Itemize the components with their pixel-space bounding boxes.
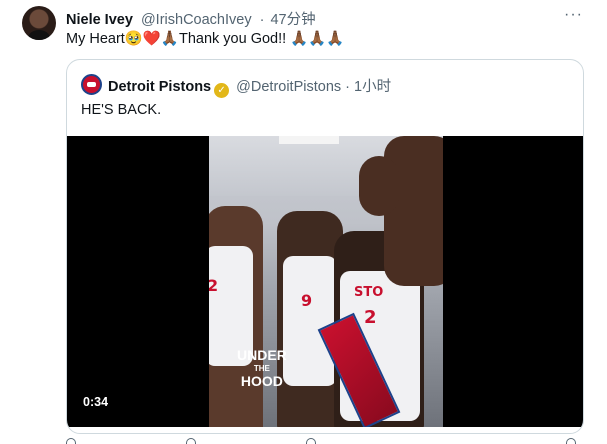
meta-separator: · (259, 12, 265, 28)
player-left: 2 (209, 206, 263, 427)
video-player[interactable]: 2 9 STO2 UNDER THE HOOD 0:34 (67, 136, 583, 427)
video-frame: 2 9 STO2 UNDER THE HOOD (209, 136, 443, 427)
quoted-text: HE'S BACK. (81, 102, 162, 118)
quoted-meta-separator: · (345, 79, 351, 95)
pistons-logo-avatar[interactable] (81, 74, 102, 95)
quoted-author-handle[interactable]: @DetroitPistons (236, 79, 341, 95)
quoted-header: Detroit Pistons ✓ @DetroitPistons · 1小时 (108, 75, 391, 98)
quoted-tweet[interactable]: Detroit Pistons ✓ @DetroitPistons · 1小时 H… (66, 59, 584, 434)
tweet-text: My Heart🥹❤️🙏🏾Thank you God!! 🙏🏾🙏🏾🙏🏾 (66, 31, 345, 47)
share-icon[interactable] (566, 438, 576, 444)
tweet-header: Niele Ivey @IrishCoachIvey · 47分钟 (66, 8, 316, 29)
tweet-actions (66, 438, 584, 444)
video-duration: 0:34 (83, 395, 109, 409)
ceiling-light (279, 136, 339, 144)
tweet-time[interactable]: 47分钟 (270, 12, 315, 28)
under-the-hood-watermark: UNDER THE HOOD (237, 347, 287, 389)
author-avatar[interactable] (22, 6, 56, 40)
author-name[interactable]: Niele Ivey (66, 12, 133, 28)
more-options-icon[interactable]: ··· (564, 6, 583, 24)
like-icon[interactable] (306, 438, 316, 444)
foreground-hand (359, 156, 399, 216)
foreground-arm (384, 136, 443, 286)
quoted-author-name[interactable]: Detroit Pistons (108, 79, 211, 95)
verified-badge-icon: ✓ (214, 83, 230, 98)
retweet-icon[interactable] (186, 438, 196, 444)
author-handle[interactable]: @IrishCoachIvey (141, 12, 252, 28)
quoted-time[interactable]: 1小时 (354, 79, 391, 95)
reply-icon[interactable] (66, 438, 76, 444)
